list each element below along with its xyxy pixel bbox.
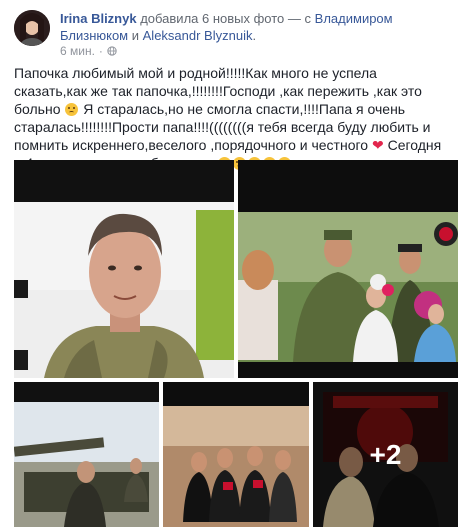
photo-4[interactable]	[163, 382, 309, 527]
post-text: Папочка любимый мой и родной!!!!!Как мно…	[14, 64, 452, 172]
photo-1[interactable]	[14, 160, 234, 378]
with-prefix: с	[304, 11, 312, 26]
photo-5[interactable]: +2	[313, 382, 458, 527]
sad-emoji-icon	[65, 103, 79, 116]
tagged-user-2-link[interactable]: Aleksandr Blyznuik	[143, 28, 253, 43]
photo-grid: +2	[14, 160, 458, 527]
author-avatar[interactable]	[14, 10, 50, 46]
title-period: .	[252, 28, 257, 43]
post-title: Irina Bliznyk добавила 6 новых фото — с …	[60, 10, 450, 44]
facebook-post: Irina Bliznyk добавила 6 новых фото — с …	[0, 0, 463, 527]
conjunction: и	[131, 28, 140, 43]
post-meta: 6 мин. ·	[60, 44, 117, 58]
globe-icon[interactable]	[107, 46, 117, 56]
post-dash: —	[287, 11, 301, 26]
photo-3[interactable]	[14, 382, 159, 527]
photo-2[interactable]	[238, 160, 458, 378]
more-photos-count[interactable]: +2	[313, 382, 458, 527]
post-action: добавила 6 новых фото	[140, 11, 285, 26]
post-timestamp[interactable]: 6 мин.	[60, 44, 95, 58]
author-name-link[interactable]: Irina Bliznyk	[60, 11, 137, 26]
post-header: Irina Bliznyk добавила 6 новых фото — с …	[14, 8, 454, 60]
heart-icon: ❤	[371, 137, 384, 153]
